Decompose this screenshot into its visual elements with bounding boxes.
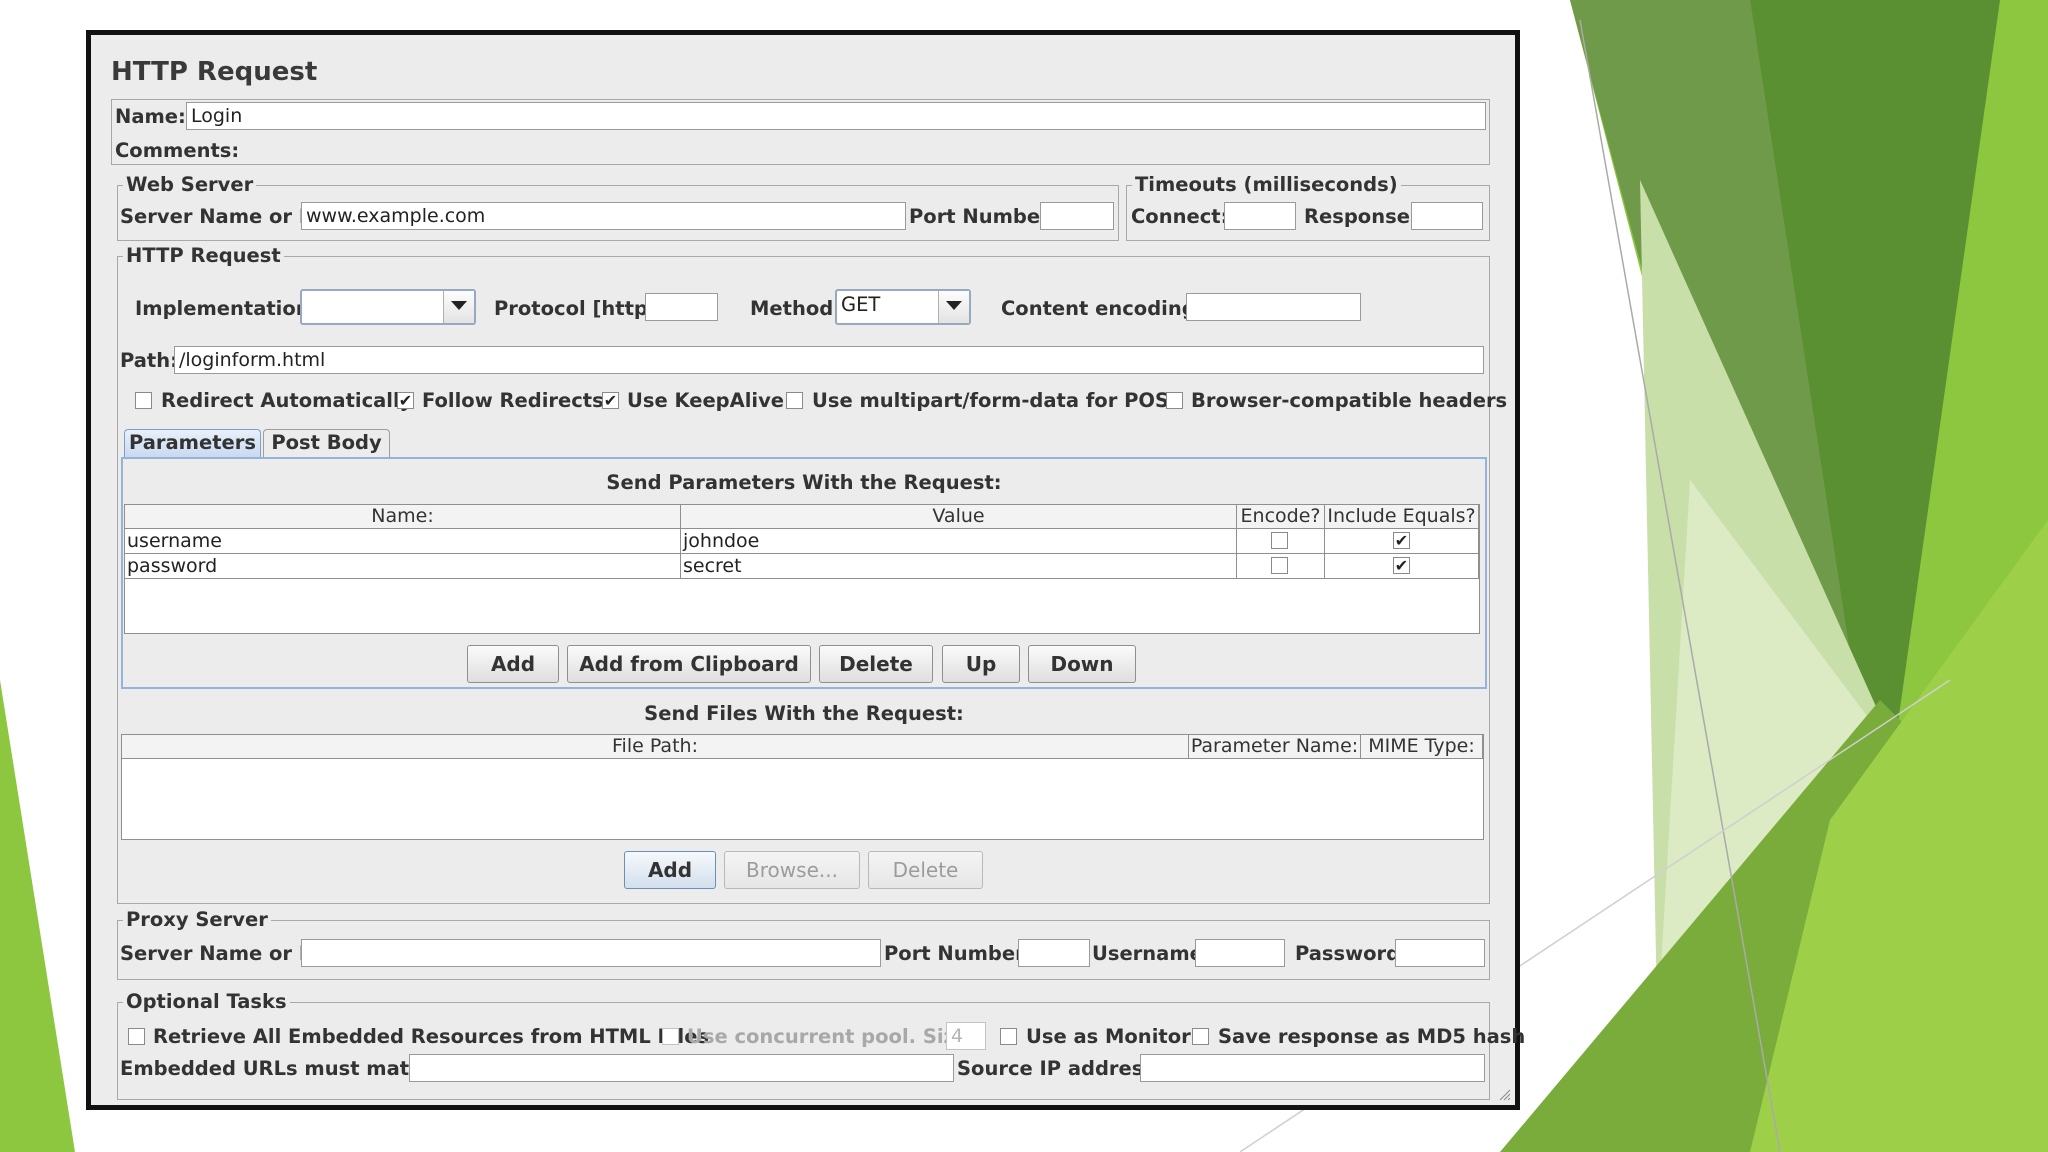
param-name-cell[interactable]: password: [125, 554, 681, 579]
column-header-parameter-name[interactable]: Parameter Name:: [1189, 735, 1361, 759]
concurrent-pool-label: Use concurrent pool. Size:: [687, 1025, 976, 1048]
embedded-urls-input[interactable]: [409, 1054, 954, 1082]
proxy-username-label: Username: [1092, 942, 1203, 965]
use-keepalive-label: Use KeepAlive: [627, 389, 785, 412]
web-server-legend: Web Server: [123, 173, 257, 196]
column-header-include-equals[interactable]: Include Equals?: [1325, 505, 1479, 529]
path-input[interactable]: /loginform.html: [174, 346, 1484, 374]
proxy-server-name-input[interactable]: [301, 939, 881, 967]
source-ip-label: Source IP address:: [957, 1057, 1163, 1080]
name-label: Name:: [115, 105, 186, 128]
add-from-clipboard-button[interactable]: Add from Clipboard: [567, 645, 811, 683]
content-encoding-input[interactable]: [1186, 293, 1361, 321]
comments-label: Comments:: [115, 139, 240, 162]
add-parameter-button[interactable]: Add: [467, 645, 559, 683]
param-name-cell[interactable]: username: [125, 529, 681, 554]
concurrent-pool-size-input[interactable]: 4: [946, 1022, 986, 1050]
column-header-mime-type[interactable]: MIME Type:: [1361, 735, 1483, 759]
protocol-label: Protocol [http]:: [494, 297, 665, 320]
proxy-username-input[interactable]: [1195, 939, 1285, 967]
name-input[interactable]: Login: [186, 102, 1486, 130]
redirect-automatically-label: Redirect Automatically: [161, 389, 413, 412]
delete-parameter-button[interactable]: Delete: [819, 645, 933, 683]
encode-checkbox[interactable]: [1271, 532, 1288, 549]
column-header-file-path[interactable]: File Path:: [122, 735, 1189, 759]
encode-cell: [1237, 529, 1325, 554]
multipart-checkbox[interactable]: [786, 392, 803, 409]
include-equals-checkbox[interactable]: ✔: [1393, 557, 1410, 574]
use-as-monitor-label: Use as Monitor: [1026, 1025, 1191, 1048]
proxy-port-label: Port Number:: [884, 942, 1033, 965]
implementation-dropdown[interactable]: [300, 289, 476, 325]
md5-hash-checkbox[interactable]: [1192, 1028, 1209, 1045]
connect-input[interactable]: [1224, 202, 1296, 230]
retrieve-resources-checkbox[interactable]: [128, 1028, 145, 1045]
port-number-input[interactable]: [1040, 202, 1114, 230]
md5-hash-label: Save response as MD5 hash: [1218, 1025, 1526, 1048]
use-keepalive-checkbox[interactable]: ✔: [602, 392, 619, 409]
encode-checkbox[interactable]: [1271, 557, 1288, 574]
move-down-button[interactable]: Down: [1028, 645, 1136, 683]
chevron-down-icon: [443, 291, 474, 323]
timeouts-legend: Timeouts (milliseconds): [1132, 173, 1401, 196]
include-equals-checkbox[interactable]: ✔: [1393, 532, 1410, 549]
multipart-label: Use multipart/form-data for POST: [812, 389, 1183, 412]
include-equals-cell: ✔: [1325, 529, 1479, 554]
port-number-label: Port Number:: [909, 205, 1058, 228]
response-label: Response:: [1304, 205, 1418, 228]
path-label: Path:: [120, 349, 178, 372]
server-name-input[interactable]: www.example.com: [301, 202, 906, 230]
column-header-encode[interactable]: Encode?: [1237, 505, 1325, 529]
connect-label: Connect:: [1131, 205, 1229, 228]
redirect-automatically-checkbox[interactable]: [135, 392, 152, 409]
files-table: File Path: Parameter Name: MIME Type:: [121, 734, 1484, 840]
content-encoding-label: Content encoding:: [1001, 297, 1204, 320]
add-file-button[interactable]: Add: [624, 851, 716, 889]
tab-post-body[interactable]: Post Body: [263, 429, 390, 457]
follow-redirects-checkbox[interactable]: ✔: [397, 392, 414, 409]
browse-file-button[interactable]: Browse...: [724, 851, 860, 889]
method-dropdown[interactable]: GET: [835, 289, 971, 325]
optional-tasks-group: [117, 1002, 1490, 1100]
param-value-cell[interactable]: secret: [681, 554, 1237, 579]
source-ip-input[interactable]: [1140, 1054, 1485, 1082]
http-request-legend: HTTP Request: [123, 244, 284, 267]
resize-grip-icon[interactable]: [1499, 1089, 1511, 1101]
proxy-password-label: Password: [1295, 942, 1401, 965]
http-request-window: HTTP Request Name: Login Comments: Web S…: [86, 30, 1525, 1110]
follow-redirects-label: Follow Redirects: [422, 389, 604, 412]
param-value-cell[interactable]: johndoe: [681, 529, 1237, 554]
implementation-label: Implementation:: [135, 297, 318, 320]
browser-headers-label: Browser-compatible headers: [1191, 389, 1508, 412]
proxy-port-input[interactable]: [1018, 939, 1090, 967]
include-equals-cell: ✔: [1325, 554, 1479, 579]
method-label: Method:: [750, 297, 841, 320]
column-header-value[interactable]: Value: [681, 505, 1237, 529]
browser-headers-checkbox[interactable]: [1166, 392, 1183, 409]
parameters-table: Name: Value Encode? Include Equals? user…: [124, 504, 1480, 634]
proxy-server-legend: Proxy Server: [123, 908, 271, 931]
method-value: GET: [841, 293, 881, 316]
delete-file-button[interactable]: Delete: [868, 851, 983, 889]
optional-tasks-legend: Optional Tasks: [123, 990, 290, 1013]
concurrent-pool-checkbox[interactable]: [662, 1028, 679, 1045]
proxy-password-input[interactable]: [1395, 939, 1485, 967]
column-header-name[interactable]: Name:: [125, 505, 681, 529]
proxy-server-name-label: Server Name or IP:: [120, 942, 329, 965]
chevron-down-icon: [938, 291, 969, 323]
send-files-heading: Send Files With the Request:: [644, 702, 964, 725]
send-parameters-heading: Send Parameters With the Request:: [606, 471, 1002, 494]
server-name-label: Server Name or IP:: [120, 205, 329, 228]
embedded-urls-label: Embedded URLs must match:: [120, 1057, 443, 1080]
move-up-button[interactable]: Up: [942, 645, 1020, 683]
encode-cell: [1237, 554, 1325, 579]
protocol-input[interactable]: [645, 293, 718, 321]
tab-parameters[interactable]: Parameters: [124, 429, 261, 457]
window-title: HTTP Request: [111, 57, 318, 87]
response-input[interactable]: [1411, 202, 1483, 230]
use-as-monitor-checkbox[interactable]: [1000, 1028, 1017, 1045]
retrieve-resources-label: Retrieve All Embedded Resources from HTM…: [153, 1025, 710, 1048]
